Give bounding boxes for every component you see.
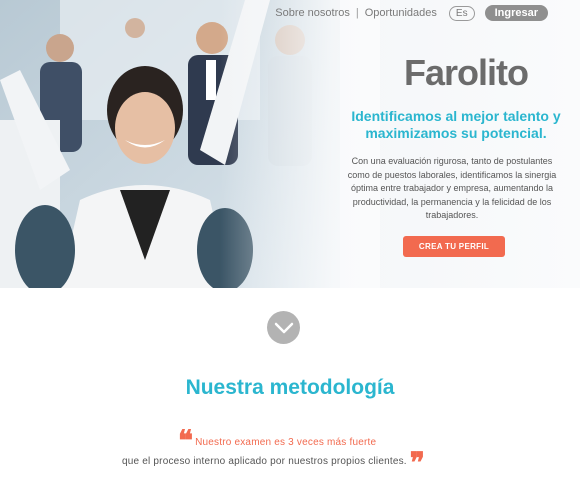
brand-logo[interactable]: Farolito — [404, 52, 529, 94]
quote-text-2: que el proceso interno aplicado por nues… — [122, 456, 407, 467]
hero-section: Sobre nosotros | Oportunidades Es Ingres… — [0, 0, 580, 288]
quote-line-1: ❝ Nuestro examen es 3 veces más fuerte — [178, 424, 377, 457]
close-quote-icon: ❞ — [409, 446, 425, 479]
create-profile-button[interactable]: CREA TU PERFIL — [403, 236, 505, 257]
hero-tagline: Identificamos al mejor talento y maximiz… — [351, 108, 561, 141]
nav-link-opportunities[interactable]: Oportunidades — [365, 7, 437, 19]
nav-link-about[interactable]: Sobre nosotros — [275, 7, 350, 19]
top-nav: Sobre nosotros | Oportunidades Es Ingres… — [275, 5, 548, 21]
login-button[interactable]: Ingresar — [484, 5, 548, 21]
logo-part-a: Farol — [404, 52, 488, 93]
chevron-down-icon — [274, 322, 293, 333]
scroll-down-button[interactable] — [267, 311, 300, 344]
quote-line-2: que el proceso interno aplicado por nues… — [122, 446, 425, 479]
hero-fade — [220, 0, 380, 288]
methodology-title: Nuestra metodología — [185, 376, 395, 399]
language-selector[interactable]: Es — [448, 5, 475, 21]
open-quote-icon: ❝ — [178, 424, 194, 457]
hero-description: Con una evaluación rigurosa, tanto de po… — [347, 156, 557, 220]
quote-text-1: Nuestro examen es 3 veces más fuerte — [195, 437, 377, 448]
logo-part-b: ito — [487, 52, 529, 93]
nav-separator: | — [355, 7, 359, 19]
